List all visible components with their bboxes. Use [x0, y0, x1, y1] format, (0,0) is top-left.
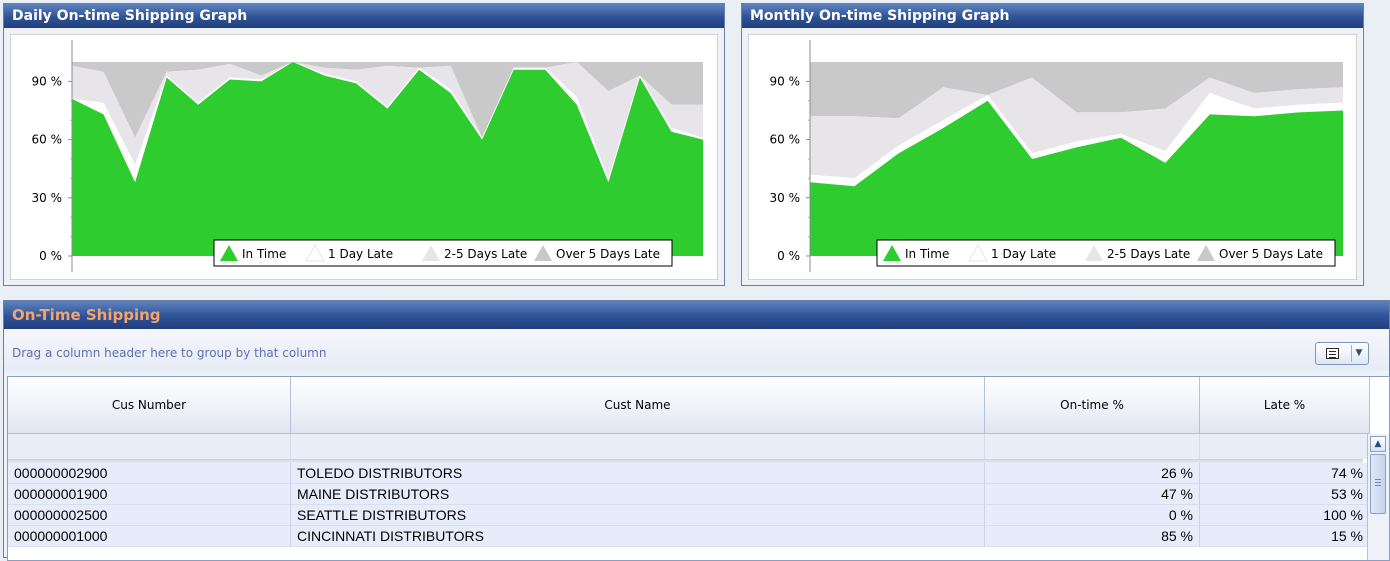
- filter-cell[interactable]: [1200, 434, 1370, 459]
- legend-label: 1 Day Late: [328, 247, 393, 261]
- y-tick-label: 60 %: [770, 133, 801, 147]
- y-tick-label: 90 %: [32, 74, 63, 88]
- group-by-area[interactable]: Drag a column header here to group by th…: [4, 329, 1389, 371]
- on-time-pct-cell: 0 %: [985, 505, 1200, 526]
- cust-name-cell: CINCINNATI DISTRIBUTORS: [291, 526, 985, 547]
- daily-chart-title: Daily On-time Shipping Graph: [4, 4, 724, 28]
- legend-label: 2-5 Days Late: [1107, 247, 1190, 261]
- late-pct-cell: 74 %: [1200, 463, 1370, 484]
- monthly-chart-panel: Monthly On-time Shipping Graph 0 % 30 % 60…: [741, 3, 1364, 286]
- on-time-pct-cell: 47 %: [985, 484, 1200, 505]
- daily-chart: 0 % 30 % 60 % 90 % In Time 1 Day Late 2-5 Days…: [10, 34, 718, 280]
- cus-number-cell: 000000002500: [8, 505, 291, 526]
- grid-header-row: Cus Number Cust Name On-time % Late %: [8, 377, 1370, 434]
- column-chooser-button[interactable]: ▼: [1315, 342, 1369, 365]
- daily-chart-panel: Daily On-time Shipping Graph 0 % 30 % 60 %…: [3, 3, 725, 286]
- chevron-down-icon: ▼: [1351, 345, 1366, 362]
- late-pct-cell: 15 %: [1200, 526, 1370, 547]
- vertical-scrollbar[interactable]: ▲: [1367, 434, 1389, 560]
- group-by-hint: Drag a column header here to group by th…: [12, 346, 327, 360]
- y-tick-label: 0 %: [777, 249, 800, 263]
- cust-name-cell: MAINE DISTRIBUTORS: [291, 484, 985, 505]
- cust-name-cell: SEATTLE DISTRIBUTORS: [291, 505, 985, 526]
- table-row[interactable]: 000000001000 CINCINNATI DISTRIBUTORS 85 …: [8, 526, 1370, 547]
- filter-cell[interactable]: [8, 434, 291, 459]
- grid-rows: 000000002900 TOLEDO DISTRIBUTORS 26 % 74…: [8, 463, 1370, 547]
- y-tick-label: 30 %: [770, 191, 801, 205]
- chart-legend: In Time 1 Day Late 2-5 Days Late Over 5 Day…: [213, 239, 673, 267]
- column-header-late-pct[interactable]: Late %: [1200, 377, 1370, 434]
- table-row[interactable]: 000000001900 MAINE DISTRIBUTORS 47 % 53 …: [8, 484, 1370, 505]
- legend-label: In Time: [242, 247, 286, 261]
- y-tick-label: 0 %: [39, 249, 62, 263]
- grid-filter-row[interactable]: [8, 434, 1370, 459]
- y-tick-label: 90 %: [770, 74, 801, 88]
- cus-number-cell: 000000002900: [8, 463, 291, 484]
- chart-legend: In Time 1 Day Late 2-5 Days Late Over 5 Day…: [876, 239, 1336, 267]
- table-row[interactable]: 000000002500 SEATTLE DISTRIBUTORS 0 % 10…: [8, 505, 1370, 526]
- cus-number-cell: 000000001900: [8, 484, 291, 505]
- column-header-on-time-pct[interactable]: On-time %: [985, 377, 1200, 434]
- scroll-thumb[interactable]: [1370, 454, 1386, 514]
- late-pct-cell: 53 %: [1200, 484, 1370, 505]
- daily-chart-svg: 0 % 30 % 60 % 90 % In Time 1 Day Late 2-5 Days…: [10, 34, 718, 280]
- late-pct-cell: 100 %: [1200, 505, 1370, 526]
- plot-area: [810, 62, 1343, 256]
- scroll-up-arrow-icon[interactable]: ▲: [1370, 436, 1386, 452]
- column-header-cus-number[interactable]: Cus Number: [8, 377, 291, 434]
- column-header-cust-name[interactable]: Cust Name: [291, 377, 985, 434]
- legend-label: Over 5 Days Late: [1219, 247, 1323, 261]
- filter-cell[interactable]: [291, 434, 985, 459]
- legend-label: Over 5 Days Late: [556, 247, 660, 261]
- cust-name-cell: TOLEDO DISTRIBUTORS: [291, 463, 985, 484]
- on-time-pct-cell: 85 %: [985, 526, 1200, 547]
- on-time-pct-cell: 26 %: [985, 463, 1200, 484]
- plot-area: [72, 62, 703, 256]
- grid-layout-icon: [1326, 348, 1339, 359]
- table-row[interactable]: 000000002900 TOLEDO DISTRIBUTORS 26 % 74…: [8, 463, 1370, 484]
- filter-cell[interactable]: [985, 434, 1200, 459]
- y-tick-label: 30 %: [32, 191, 63, 205]
- data-grid: Cus Number Cust Name On-time % Late % 00…: [7, 376, 1390, 561]
- monthly-chart: 0 % 30 % 60 % 90 % In Time 1 Day Late 2-5 Days…: [748, 34, 1357, 280]
- monthly-chart-svg: 0 % 30 % 60 % 90 % In Time 1 Day Late 2-5 Days…: [748, 34, 1357, 280]
- grid-panel-title: On-Time Shipping: [4, 301, 1389, 329]
- cus-number-cell: 000000001000: [8, 526, 291, 547]
- on-time-shipping-panel: On-Time Shipping Drag a column header he…: [3, 300, 1390, 561]
- legend-label: 1 Day Late: [991, 247, 1056, 261]
- y-tick-label: 60 %: [32, 133, 63, 147]
- legend-label: In Time: [905, 247, 949, 261]
- legend-label: 2-5 Days Late: [444, 247, 527, 261]
- monthly-chart-title: Monthly On-time Shipping Graph: [742, 4, 1363, 28]
